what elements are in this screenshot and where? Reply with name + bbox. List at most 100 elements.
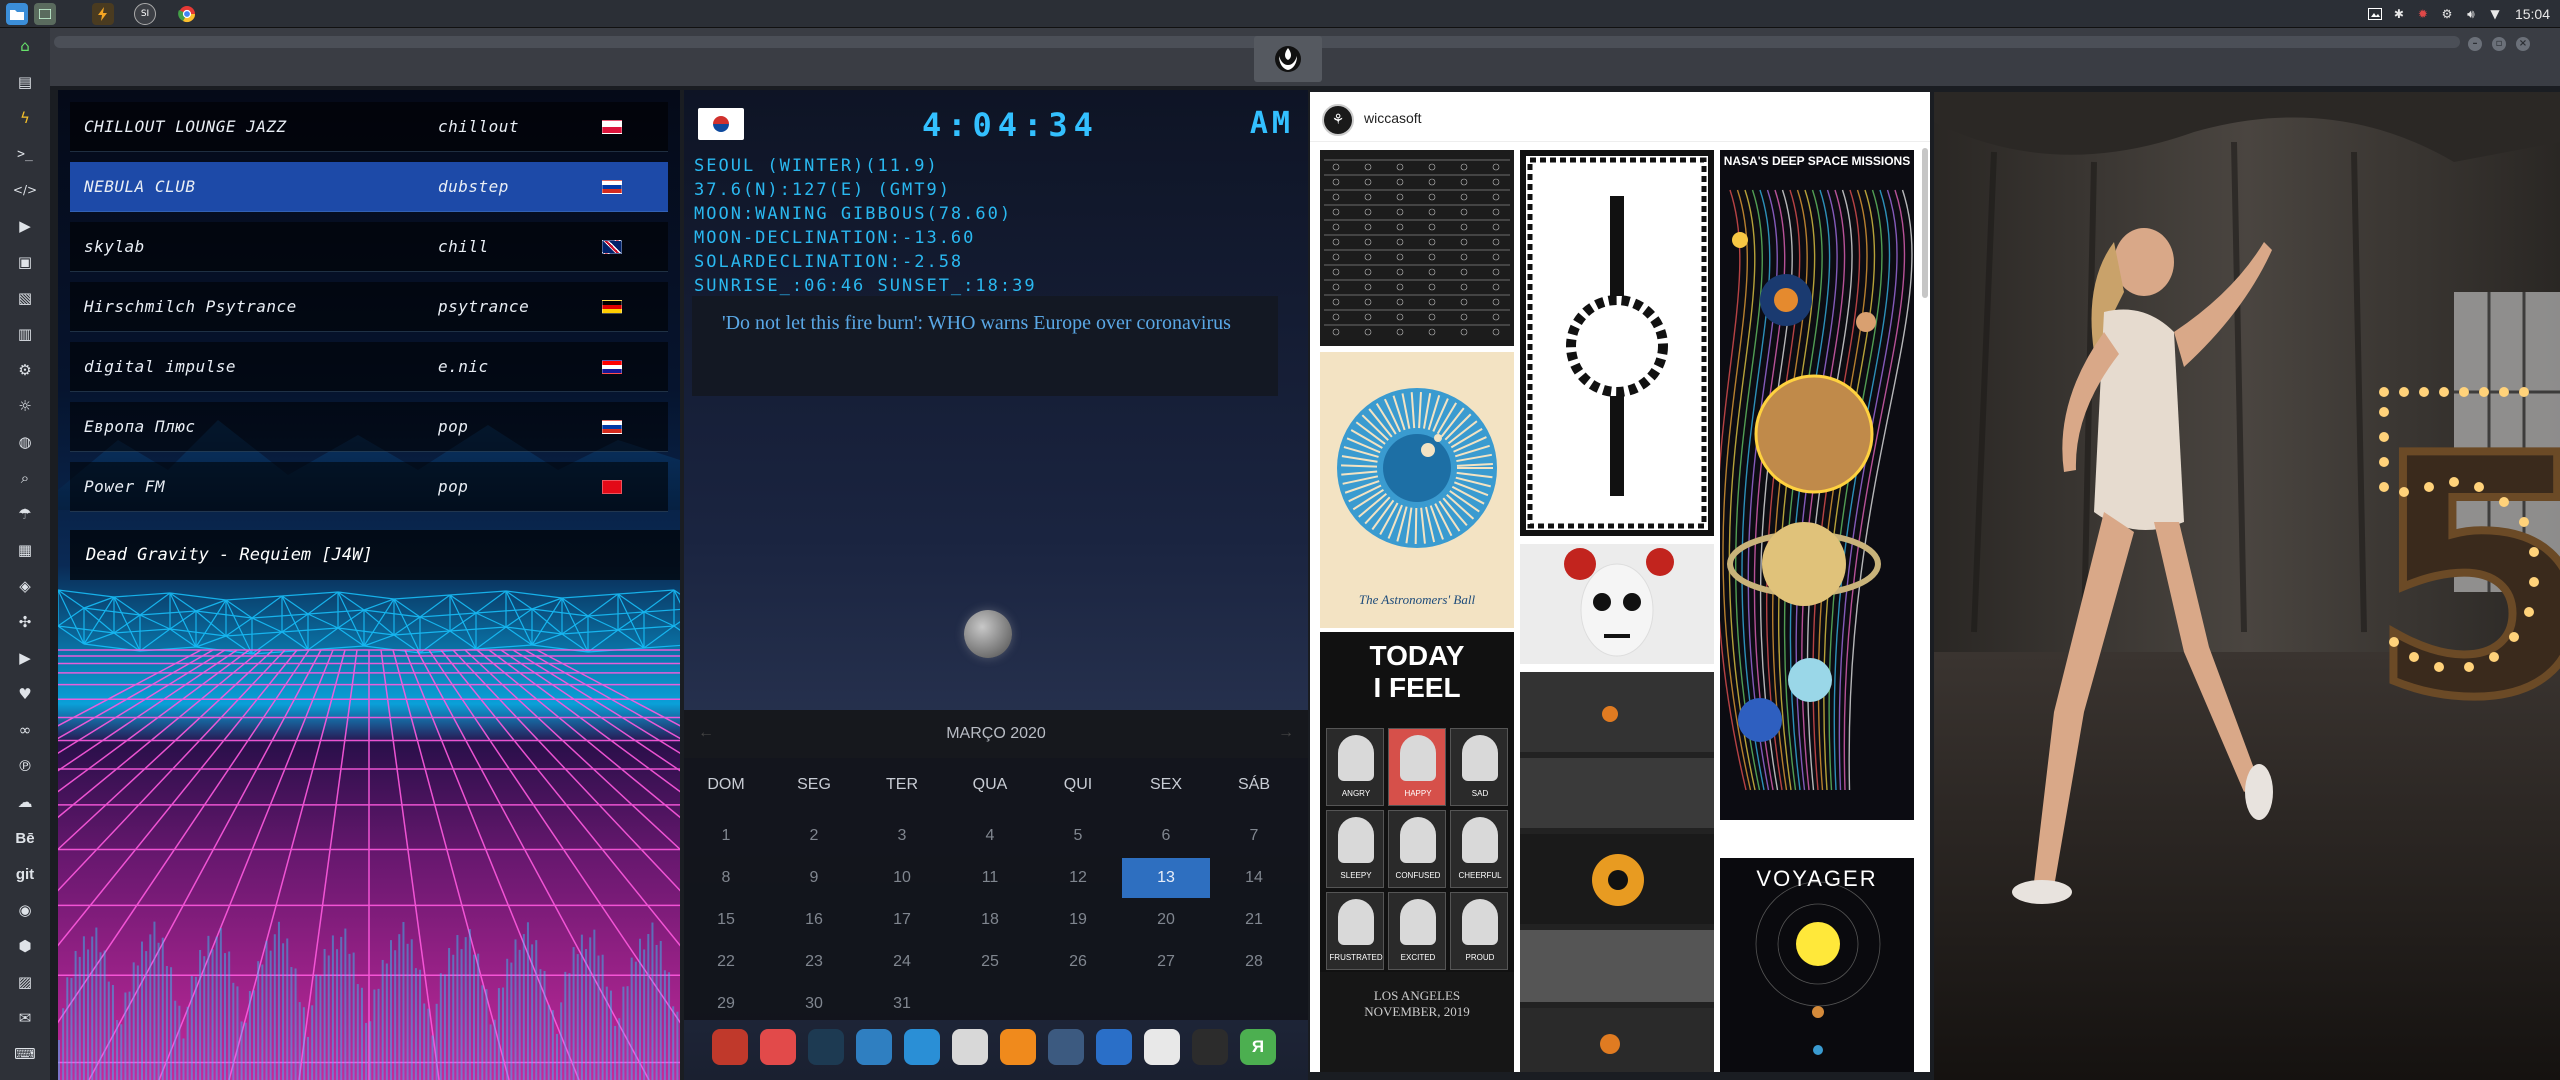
station-row[interactable]: Hirschmilch Psytrance psytrance (70, 282, 668, 332)
calendar-day[interactable]: 20 (1122, 900, 1210, 940)
calendar-day[interactable]: 11 (946, 858, 1034, 898)
pinterest-icon[interactable]: ℗ (0, 748, 50, 784)
avatar[interactable]: ⚘ (1322, 104, 1354, 136)
chrome-icon[interactable] (176, 3, 198, 25)
bolt-icon[interactable]: ϟ (0, 100, 50, 136)
contacts-icon[interactable]: ▦ (0, 532, 50, 568)
calendar-app-icon[interactable] (1144, 1029, 1180, 1065)
calendar-day[interactable]: 6 (1122, 816, 1210, 856)
translate-icon[interactable] (904, 1029, 940, 1065)
infinity-icon[interactable]: ∞ (0, 712, 50, 748)
calendar-day[interactable]: 26 (1034, 942, 1122, 982)
umbrella-icon[interactable]: ☂ (0, 496, 50, 532)
pin-symbols-chart[interactable] (1320, 150, 1514, 346)
calendar-day[interactable]: 24 (858, 942, 946, 982)
clock-label[interactable]: 15:04 (2515, 6, 2550, 22)
globe-dark-icon[interactable] (808, 1029, 844, 1065)
calendar-day[interactable]: 2 (770, 816, 858, 856)
heart-icon[interactable]: ♥ (0, 676, 50, 712)
calendar-day[interactable]: 17 (858, 900, 946, 940)
calendar-today[interactable]: 13 (1122, 858, 1210, 898)
volume-icon[interactable]: 🔊︎ (2463, 6, 2479, 22)
pin-nasa-deep-space[interactable]: NASA'S DEEP SPACE MISSIONS (1720, 150, 1914, 820)
screenshot-tray-icon[interactable] (2367, 6, 2383, 22)
document-icon[interactable]: ▤ (0, 64, 50, 100)
calendar-day[interactable]: 30 (770, 984, 858, 1024)
station-row[interactable]: skylab chill (70, 222, 668, 272)
calendar-day[interactable]: 14 (1210, 858, 1298, 898)
play-icon[interactable]: ▶ (0, 208, 50, 244)
tag-icon[interactable]: ◈ (0, 568, 50, 604)
station-row[interactable]: NEBULA CLUB dubstep (70, 162, 668, 212)
window-icon[interactable] (34, 3, 56, 25)
next-month-icon[interactable]: → (1278, 724, 1294, 742)
news-icon[interactable] (952, 1029, 988, 1065)
sun-icon[interactable]: ☼ (0, 388, 50, 424)
news-sidebar-icon[interactable]: ▥ (0, 316, 50, 352)
prev-month-icon[interactable]: ← (698, 724, 714, 742)
minimize-button[interactable]: – (2468, 37, 2482, 51)
bolt-app-icon[interactable] (92, 3, 114, 25)
image-viewer-icon[interactable] (856, 1029, 892, 1065)
calendar-day[interactable]: 4 (946, 816, 1034, 856)
calendar-day[interactable]: 22 (682, 942, 770, 982)
news-headline-box[interactable]: 'Do not let this fire burn': WHO warns E… (692, 296, 1278, 396)
pin-los-angeles[interactable]: LOS ANGELES NOVEMBER, 2019 (1320, 972, 1514, 1072)
news-headline[interactable]: 'Do not let this fire burn': WHO warns E… (722, 312, 1231, 334)
calendar-day[interactable]: 9 (770, 858, 858, 898)
calendar-day[interactable]: 8 (682, 858, 770, 898)
si-icon[interactable]: SI (134, 3, 156, 25)
film-icon[interactable]: ▣ (0, 244, 50, 280)
maximize-button[interactable]: ▫ (2492, 37, 2506, 51)
station-row[interactable]: digital impulse e.nic (70, 342, 668, 392)
clock-app-icon[interactable] (1048, 1029, 1084, 1065)
calendar-day[interactable]: 21 (1210, 900, 1298, 940)
pin-owl-comic[interactable] (1520, 672, 1714, 1072)
station-row[interactable]: Европа Плюс pop (70, 402, 668, 452)
cloud-icon[interactable]: ☁ (0, 784, 50, 820)
search-icon[interactable]: ⌕ (0, 460, 50, 496)
search-app-icon[interactable] (1000, 1029, 1036, 1065)
pin-today-i-feel[interactable]: TODAY I FEEL ANGRY HAPPY SAD SLEEPY CONFUSED… (1320, 632, 1514, 978)
calendar-day[interactable]: 5 (1034, 816, 1122, 856)
pinterest-username[interactable]: wiccasoft (1364, 110, 1422, 126)
calendar-day[interactable]: 18 (946, 900, 1034, 940)
calendar-day[interactable]: 7 (1210, 816, 1298, 856)
cubes-icon[interactable]: ⬢ (0, 928, 50, 964)
git-icon[interactable]: git (0, 856, 50, 892)
station-row[interactable]: CHILLOUT LOUNGE JAZZ chillout (70, 102, 668, 152)
keyboard-icon[interactable]: ⌨ (0, 1036, 50, 1072)
now-playing-bar[interactable]: Dead Gravity - Requiem [J4W] (70, 530, 680, 580)
calendar-day[interactable]: 10 (858, 858, 946, 898)
image-icon[interactable]: ▧ (0, 280, 50, 316)
folder-icon[interactable] (6, 3, 28, 25)
bug-tray-icon[interactable]: ✹ (2415, 6, 2431, 22)
behance-icon[interactable]: Bē (0, 820, 50, 856)
calendar-day[interactable]: 16 (770, 900, 858, 940)
puzzle-icon[interactable]: ✣ (0, 604, 50, 640)
bluetooth-icon[interactable]: ✱ (2391, 6, 2407, 22)
mail-icon[interactable]: ✉ (0, 1000, 50, 1036)
pin-sugar-skull-face[interactable] (1520, 544, 1714, 664)
triangle-app-icon[interactable] (712, 1029, 748, 1065)
calendar-day[interactable]: 15 (682, 900, 770, 940)
pin-voyager[interactable]: VOYAGER (1720, 858, 1914, 1072)
window-tab[interactable] (1254, 36, 1322, 82)
wifi-icon[interactable]: ▼ (2487, 6, 2503, 22)
calendar-day[interactable]: 25 (946, 942, 1034, 982)
yandex-icon[interactable]: Я (1240, 1029, 1276, 1065)
pinterest-scrollbar[interactable] (1922, 148, 1928, 298)
code-icon[interactable]: </> (0, 172, 50, 208)
terminal-icon[interactable]: >_ (0, 136, 50, 172)
pin-astronomers-ball[interactable]: The Astronomers' Ball (1320, 352, 1514, 628)
station-row[interactable]: Power FM pop (70, 462, 668, 512)
gear-icon[interactable]: ⚙ (2439, 6, 2455, 22)
hourglass-icon[interactable] (760, 1029, 796, 1065)
globe-sidebar-icon[interactable]: ◍ (0, 424, 50, 460)
github-icon[interactable]: ◉ (0, 892, 50, 928)
calendar-day[interactable]: 23 (770, 942, 858, 982)
settings-cog-icon[interactable]: ⚙ (0, 352, 50, 388)
pin-greek-key-pattern[interactable] (1520, 150, 1714, 536)
calendar-day[interactable]: 31 (858, 984, 946, 1024)
close-button[interactable]: × (2516, 37, 2530, 51)
